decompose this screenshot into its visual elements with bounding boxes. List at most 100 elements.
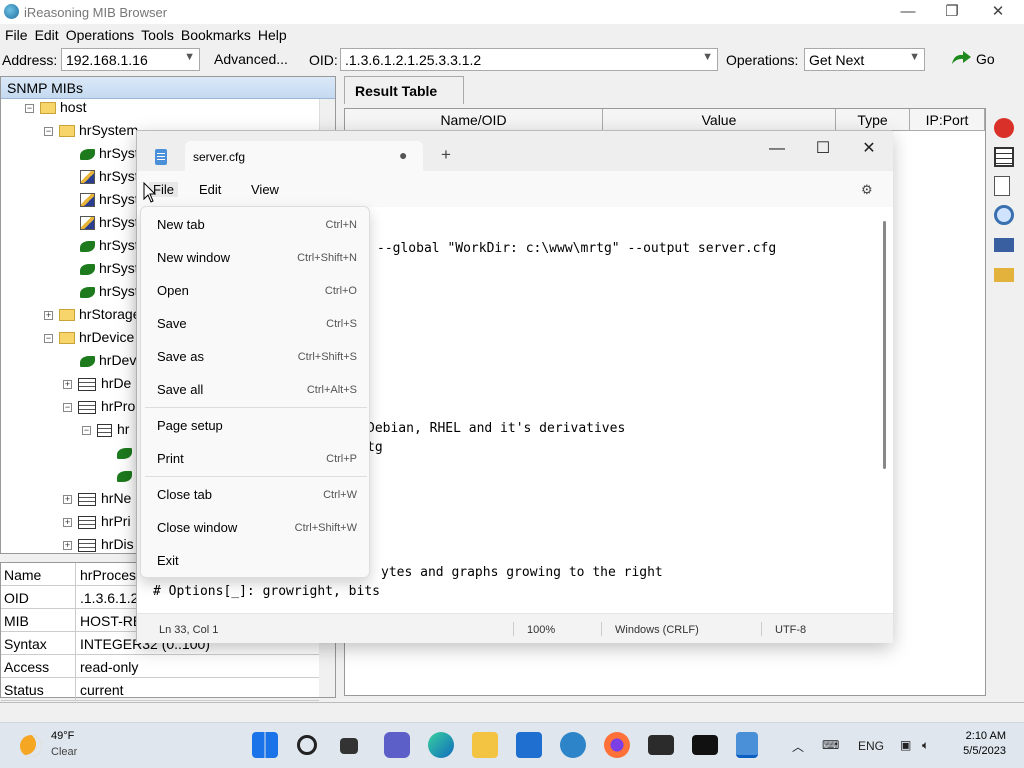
chat-icon[interactable]	[384, 732, 410, 758]
minimize-button[interactable]: —	[886, 2, 930, 22]
language-indicator[interactable]: ENG	[858, 739, 884, 753]
operations-combo[interactable]: Get Next ▼	[804, 48, 925, 71]
file-explorer-icon[interactable]	[472, 732, 498, 758]
close-button[interactable]: ✕	[847, 136, 891, 162]
tree-node[interactable]: hrSyst	[80, 260, 139, 282]
mib-browser-icon[interactable]	[560, 732, 586, 758]
menu-edit[interactable]: Edit	[199, 182, 221, 197]
chevron-down-icon[interactable]: ▼	[909, 51, 920, 63]
search-icon[interactable]	[994, 205, 1014, 225]
tree-node[interactable]: hrSyst	[80, 191, 139, 213]
menu-operations[interactable]: Operations	[61, 24, 136, 43]
tree-node[interactable]	[117, 467, 136, 489]
address-label: Address:	[2, 52, 58, 68]
menu-item-close-window[interactable]: Close window Ctrl+Shift+W	[141, 513, 371, 543]
store-icon[interactable]	[516, 732, 542, 758]
tree-node[interactable]: + hrDis	[63, 536, 134, 558]
menu-item-save-as[interactable]: Save as Ctrl+Shift+S	[141, 342, 371, 372]
column-header[interactable]: Value	[603, 109, 836, 131]
console-icon[interactable]	[692, 735, 718, 755]
zoom-level[interactable]: 100%	[527, 624, 555, 636]
menu-bar: File Edit Operations Tools Bookmarks Help	[0, 24, 1024, 46]
tree-node-hrsystem[interactable]: − hrSystem	[44, 122, 138, 144]
tree-node[interactable]	[117, 444, 136, 466]
tree-node-host[interactable]: − host	[25, 99, 86, 121]
minimize-button[interactable]: —	[755, 136, 799, 162]
search-icon[interactable]	[297, 735, 317, 755]
menu-item-new-window[interactable]: New window Ctrl+Shift+N	[141, 243, 371, 273]
menu-edit[interactable]: Edit	[30, 24, 61, 43]
menu-file[interactable]: File	[0, 24, 30, 43]
column-header[interactable]: IP:Port	[910, 109, 985, 131]
editor-scrollbar[interactable]	[883, 221, 886, 469]
tab-server-cfg[interactable]: server.cfg ●	[185, 141, 423, 171]
table-clear-icon[interactable]	[994, 147, 1014, 167]
new-tab-button[interactable]: +	[441, 145, 451, 165]
tree-node-hrdevice[interactable]: − hrDevice	[44, 329, 134, 351]
chevron-down-icon[interactable]: ▼	[702, 51, 713, 63]
weather-temp[interactable]: 49°F	[51, 730, 74, 742]
tree-node[interactable]: hrSyst	[80, 168, 139, 190]
close-button[interactable]: ✕	[976, 2, 1020, 22]
tree-node[interactable]: hrSyst	[80, 145, 139, 167]
unsaved-dot-icon[interactable]: ●	[399, 147, 407, 163]
line-ending[interactable]: Windows (CRLF)	[615, 624, 699, 636]
tree-node[interactable]: hrDev	[80, 352, 136, 374]
open-folder-icon[interactable]	[994, 268, 1014, 282]
clock[interactable]: 2:10 AM 5/5/2023	[950, 730, 1006, 757]
go-button[interactable]: Go	[948, 48, 1008, 71]
tree-node[interactable]: hrSyst	[80, 214, 139, 236]
status-bar	[0, 702, 1024, 722]
tree-node-hrstorage[interactable]: + hrStorage	[44, 306, 140, 328]
notepad-icon	[155, 149, 167, 165]
advanced-button[interactable]: Advanced...	[210, 48, 292, 71]
notepad-icon[interactable]	[736, 732, 758, 758]
title-bar: iReasoning MIB Browser — ❐ ✕	[0, 0, 1024, 24]
moon-weather-icon[interactable]	[20, 735, 42, 757]
chevron-down-icon[interactable]: ▼	[184, 51, 195, 63]
menu-item-exit[interactable]: Exit	[141, 546, 371, 576]
document-icon[interactable]	[994, 176, 1010, 196]
start-icon[interactable]	[252, 732, 278, 758]
tree-node[interactable]: + hrPri	[63, 513, 131, 535]
menu-item-new-tab[interactable]: New tab Ctrl+N	[141, 210, 371, 240]
tree-node[interactable]: hrSyst	[80, 237, 139, 259]
task-view-icon[interactable]	[340, 738, 358, 754]
terminal-icon[interactable]	[648, 735, 674, 755]
network-icon[interactable]: ▣	[900, 738, 911, 752]
menu-item-open[interactable]: Open Ctrl+O	[141, 276, 371, 306]
stop-icon[interactable]	[994, 118, 1014, 138]
keyboard-icon[interactable]: ⌨	[822, 738, 839, 752]
operations-value: Get Next	[809, 52, 865, 68]
menu-item-print[interactable]: Print Ctrl+P	[141, 444, 371, 474]
maximize-button[interactable]: ☐	[801, 136, 845, 162]
tree-node[interactable]: + hrNe	[63, 490, 131, 512]
encoding[interactable]: UTF-8	[775, 624, 806, 636]
speaker-icon[interactable]: 🔈︎	[922, 738, 929, 753]
oid-combo[interactable]: .1.3.6.1.2.1.25.3.3.1.2 ▼	[340, 48, 718, 71]
menu-item-page-setup[interactable]: Page setup	[141, 411, 371, 441]
menu-item-save[interactable]: Save Ctrl+S	[141, 309, 371, 339]
gear-icon[interactable]: ⚙	[861, 182, 873, 198]
edge-icon[interactable]	[428, 732, 454, 758]
address-combo[interactable]: 192.168.1.16 ▼	[61, 48, 200, 71]
menu-bookmarks[interactable]: Bookmarks	[176, 24, 253, 43]
menu-tools[interactable]: Tools	[136, 24, 176, 43]
export-icon[interactable]	[994, 238, 1014, 252]
weather-condition[interactable]: Clear	[51, 746, 77, 758]
menu-item-close-tab[interactable]: Close tab Ctrl+W	[141, 480, 371, 510]
restore-button[interactable]: ❐	[930, 2, 974, 22]
tree-node[interactable]: + hrDe	[63, 375, 131, 397]
tab-result-table[interactable]: Result Table	[344, 76, 464, 104]
chevron-up-icon[interactable]: ︿	[792, 738, 804, 755]
column-header[interactable]: Name/OID	[345, 109, 603, 131]
column-header[interactable]: Type	[836, 109, 910, 131]
tree-node[interactable]: − hr	[82, 421, 129, 443]
code-line: # Options[_]: growright, bits	[153, 584, 380, 599]
menu-item-save-all[interactable]: Save all Ctrl+Alt+S	[141, 375, 371, 405]
menu-view[interactable]: View	[251, 182, 279, 197]
tree-node[interactable]: hrSyst	[80, 283, 139, 305]
firefox-icon[interactable]	[604, 732, 630, 758]
menu-help[interactable]: Help	[253, 24, 289, 43]
tree-node[interactable]: − hrPro	[63, 398, 135, 420]
